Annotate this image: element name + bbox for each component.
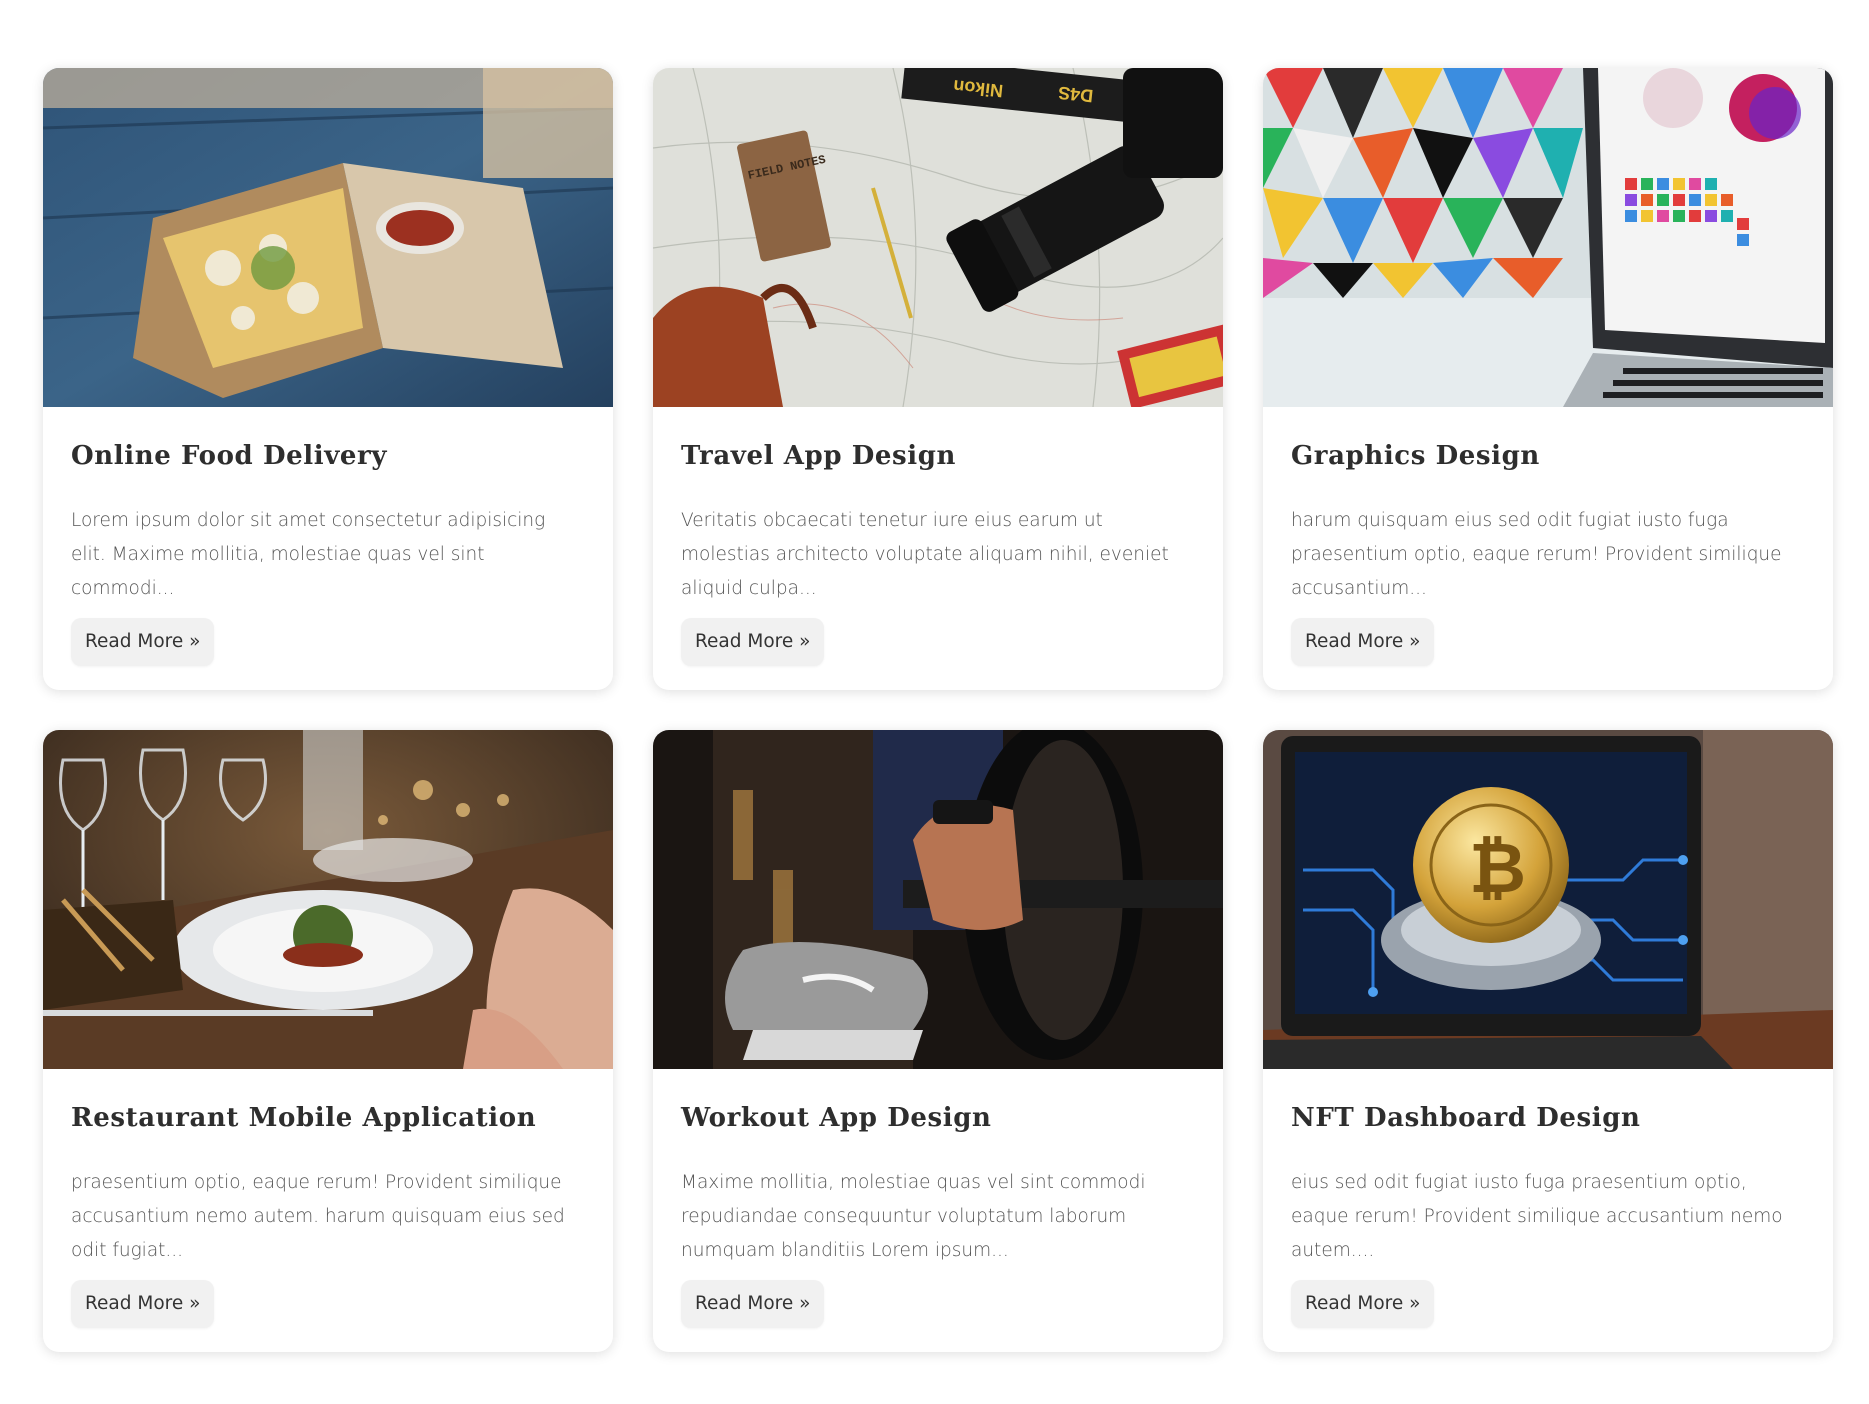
card-title: Workout App Design (681, 1103, 992, 1133)
project-card: Nikon D4S FIELD NOTES Travel App Design … (653, 68, 1223, 690)
card-description: Maxime mollitia, molestiae quas vel sint… (681, 1172, 1146, 1261)
travel-image: Nikon D4S FIELD NOTES (653, 68, 1223, 407)
strap-text-right: D4S (1057, 82, 1094, 106)
card-description: Lorem ipsum dolor sit amet consectetur a… (71, 510, 546, 599)
project-card: Graphics Design harum quisquam eius sed … (1263, 68, 1833, 690)
project-card: Workout App Design Maxime mollitia, mole… (653, 730, 1223, 1352)
read-more-button[interactable]: Read More » (681, 1280, 825, 1328)
food-image (43, 68, 613, 407)
project-card: ₿ NFT Dashboard Design eius sed odit fug… (1263, 730, 1833, 1352)
read-more-button[interactable]: Read More » (1291, 618, 1435, 666)
card-description: eius sed odit fugiat iusto fuga praesent… (1291, 1172, 1783, 1261)
read-more-button[interactable]: Read More » (1291, 1280, 1435, 1328)
read-more-button[interactable]: Read More » (71, 1280, 215, 1328)
project-card: Restaurant Mobile Application praesentiu… (43, 730, 613, 1352)
card-grid: Online Food Delivery Lorem ipsum dolor s… (43, 68, 1833, 1352)
svg-text:₿: ₿ (1469, 827, 1526, 909)
workout-image (653, 730, 1223, 1069)
read-more-button[interactable]: Read More » (71, 618, 215, 666)
project-card: Online Food Delivery Lorem ipsum dolor s… (43, 68, 613, 690)
card-description: praesentium optio, eaque rerum! Providen… (71, 1172, 565, 1261)
card-title: Travel App Design (681, 441, 957, 471)
card-title: Graphics Design (1291, 441, 1540, 471)
nft-image: ₿ (1263, 730, 1833, 1069)
card-description: harum quisquam eius sed odit fugiat iust… (1291, 510, 1782, 599)
restaurant-image (43, 730, 613, 1069)
card-title: NFT Dashboard Design (1291, 1103, 1641, 1133)
card-description: Veritatis obcaecati tenetur iure eius ea… (681, 510, 1169, 599)
graphics-image (1263, 68, 1833, 407)
card-title: Online Food Delivery (71, 441, 388, 471)
read-more-button[interactable]: Read More » (681, 618, 825, 666)
card-title: Restaurant Mobile Application (71, 1103, 537, 1133)
